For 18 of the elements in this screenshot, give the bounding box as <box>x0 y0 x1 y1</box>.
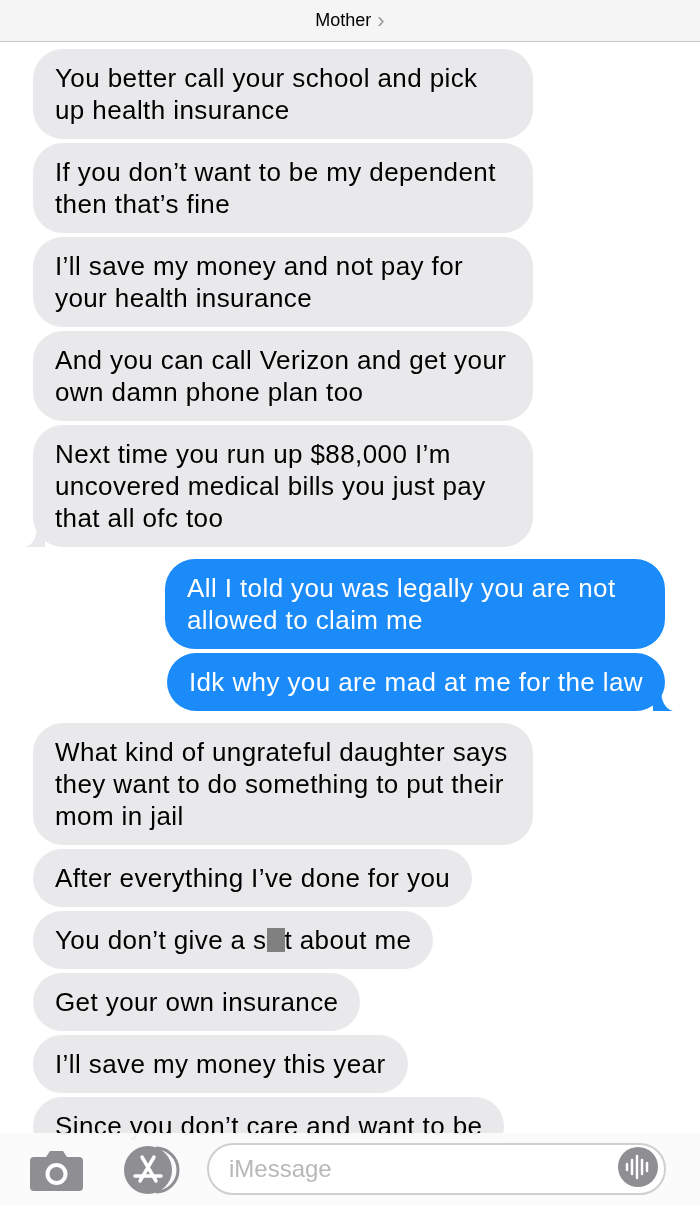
message-text: What kind of ungrateful daughter says they want to do something to put their mom in jail <box>55 737 508 831</box>
contact-name[interactable]: Mother <box>315 7 372 34</box>
message-text: Next time you run up $88,000 I’m uncovered medical bills you just pay that all ofc too <box>55 439 486 533</box>
message-text: You don’t give a s <box>55 925 267 955</box>
message-text: Since you don’t care and want to be <box>55 1111 483 1141</box>
message-text: Idk why you are mad at me for the law <box>188 667 643 697</box>
message-text: I’ll save my money and not pay for your health insurance <box>55 251 464 313</box>
message-text: And you can call Verizon and get your own damn phone plan too <box>55 345 507 407</box>
camera-icon[interactable] <box>30 1151 83 1191</box>
voice-icon[interactable] <box>618 1147 658 1187</box>
message-text: t about me <box>284 925 412 955</box>
message-text: After everything I’ve done for you <box>55 863 451 893</box>
message-text: You better call your school and pick up health insurance <box>55 63 478 125</box>
message-field[interactable]: iMessage <box>207 1143 666 1195</box>
message-text: If you don’t want to be my dependent then that’s fine <box>55 157 496 219</box>
message-text: Get your own insurance <box>55 987 339 1017</box>
message-text: I’ll save my money this year <box>55 1049 386 1079</box>
message-text: All I told you was legally you are not allowed to claim me <box>187 573 616 635</box>
